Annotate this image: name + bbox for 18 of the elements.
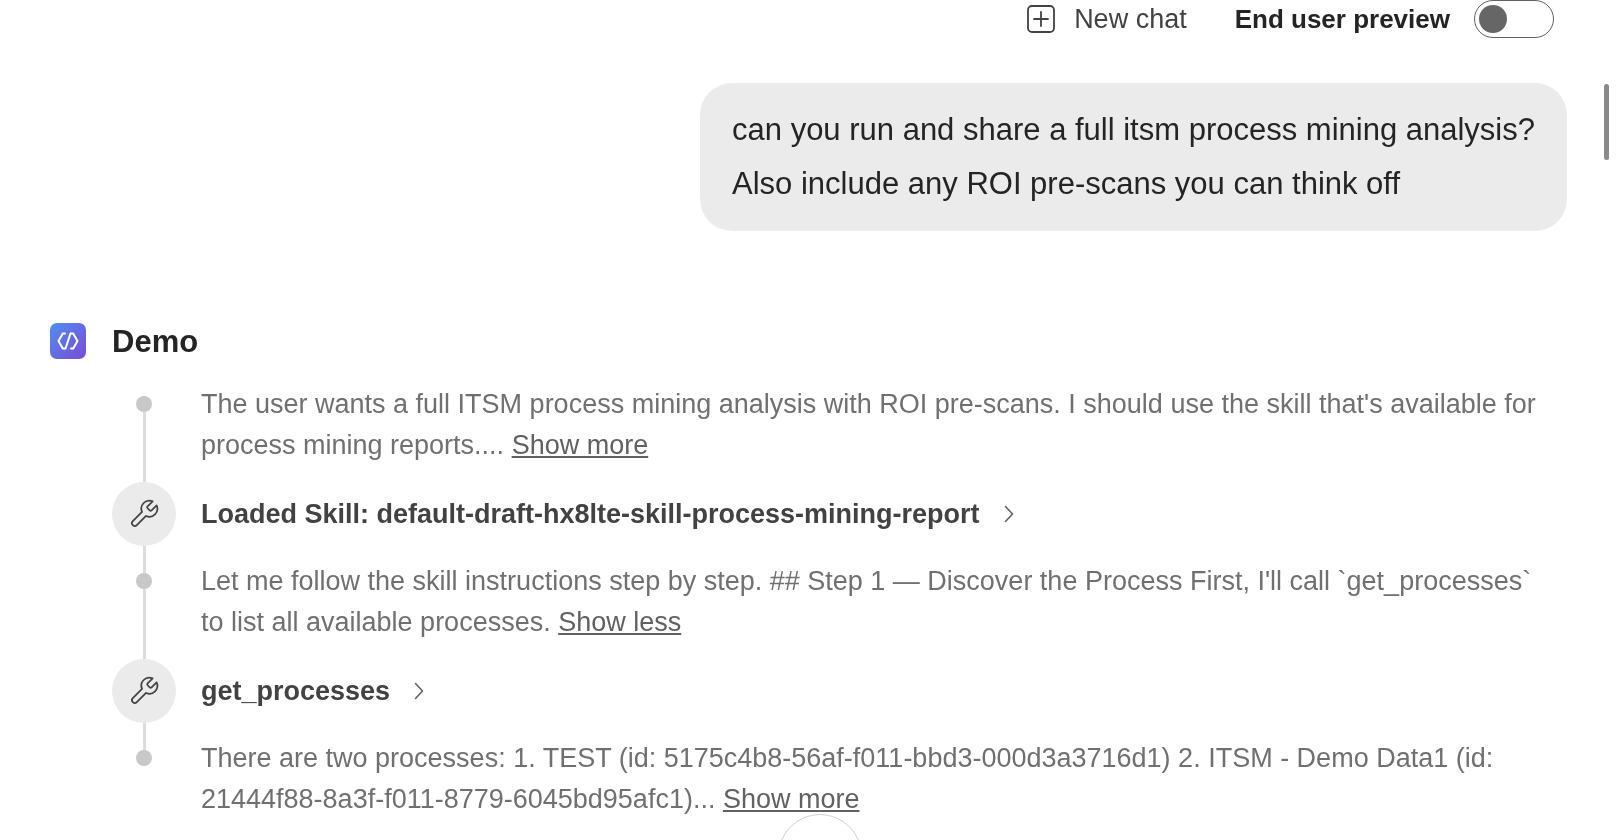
thought-text: There are two processes: 1. TEST (id: 5175c4b8-56af-f011-bbd3-000d3a3716d1) 2. ITSM - Demo Data1 (id: 21444f88-8a3f-f011-8779-6045bd95afc1)... Show more	[201, 743, 1494, 814]
agent-name: Demo	[112, 325, 199, 357]
toggle-label: End user preview	[1234, 6, 1450, 32]
user-message-text: can you run and share a full itsm process mining analysis? Also include any ROI pre-scans you can think off	[732, 111, 1535, 203]
thought-text: The user wants a full ITSM process mining analysis with ROI pre-scans. I should use the skill that's available for process mining reports.... Show more	[201, 389, 1536, 460]
thought-text: Let me follow the skill instructions step by step. ## Step 1 — Discover the Process First, I'll call `get_processes` to list all available processes. Show less	[201, 566, 1532, 637]
new-chat-button[interactable]: New chat	[1027, 5, 1187, 33]
tool-call-button[interactable]: get_processes	[201, 677, 425, 705]
new-chat-icon	[1027, 5, 1056, 33]
show-toggle-link[interactable]: Show more	[722, 784, 860, 814]
toggle-switch[interactable]	[1474, 0, 1554, 38]
tool-call-button[interactable]: Loaded Skill: default-draft-hx8lte-skill-process-mining-report	[201, 500, 1014, 528]
show-toggle-link[interactable]: Show more	[511, 430, 649, 460]
scrollbar-thumb[interactable]	[1604, 84, 1609, 160]
agent-logo-icon	[50, 323, 86, 359]
chevron-right-icon	[1003, 505, 1014, 523]
chevron-right-icon	[414, 682, 425, 700]
show-toggle-link[interactable]: Show less	[558, 607, 682, 637]
